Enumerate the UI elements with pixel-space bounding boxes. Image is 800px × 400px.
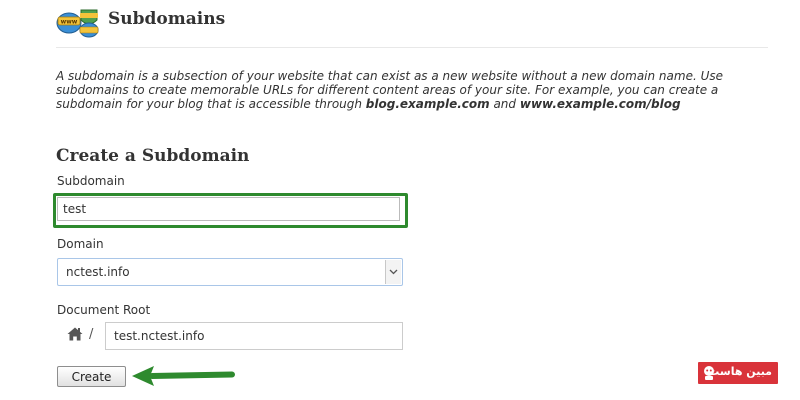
docroot-label: Document Root: [57, 303, 151, 317]
home-icon: [67, 327, 83, 341]
document-root-input[interactable]: [105, 322, 403, 350]
path-separator: /: [89, 327, 94, 342]
svg-text:www: www: [61, 19, 78, 26]
domain-select-value: nctest.info: [66, 265, 130, 279]
create-button[interactable]: Create: [57, 366, 126, 387]
pointer-arrow-icon: [132, 366, 235, 386]
subdomain-input[interactable]: [57, 197, 400, 221]
description-and: and: [489, 97, 520, 111]
chevron-down-icon[interactable]: [385, 260, 401, 284]
subdomain-label: Subdomain: [57, 174, 125, 188]
example-subdomain: blog.example.com: [365, 97, 490, 111]
example-path: www.example.com/blog: [519, 97, 681, 111]
header-divider: [56, 47, 768, 48]
page-description: A subdomain is a subsection of your webs…: [56, 69, 756, 111]
page-title: Subdomains: [108, 9, 226, 29]
domain-label: Domain: [57, 237, 104, 251]
watermark-logo: مبین هاست: [698, 362, 778, 384]
watermark-text: مبین هاست: [708, 365, 772, 378]
domain-select[interactable]: nctest.info: [57, 258, 403, 286]
section-title: Create a Subdomain: [56, 146, 250, 166]
www-domains-icon: www: [56, 9, 99, 38]
